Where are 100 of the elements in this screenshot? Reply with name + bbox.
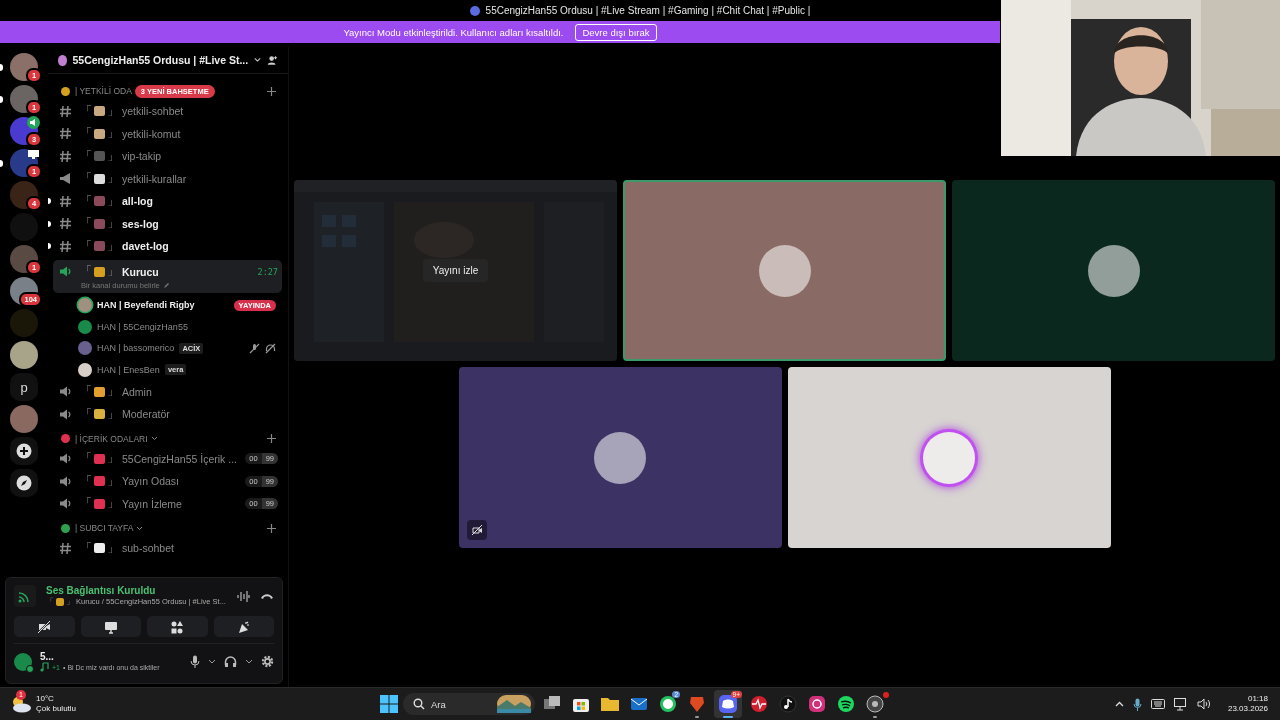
add-person-icon[interactable] <box>267 53 278 67</box>
taskbar-app[interactable] <box>863 690 887 718</box>
bracket: 」 <box>107 539 119 557</box>
headphones-icon[interactable] <box>224 655 237 668</box>
voice-user-name[interactable]: HAN | bassomerico <box>97 343 175 354</box>
windows-icon[interactable] <box>380 695 398 713</box>
screen-share-button[interactable] <box>80 616 141 637</box>
pencil-icon[interactable] <box>162 281 170 289</box>
hang-up-icon[interactable] <box>260 592 274 600</box>
bracket: 「 <box>80 237 92 255</box>
volume-icon[interactable] <box>1196 698 1211 710</box>
clock-time[interactable]: 01:18 <box>1247 693 1268 704</box>
channel-item[interactable]: 「 」 Moderatör <box>53 403 282 426</box>
channel-name: Admin <box>122 385 152 398</box>
bracket: 「 <box>80 383 92 401</box>
record-icon <box>865 694 885 714</box>
plus-icon[interactable] <box>267 523 276 533</box>
participant-tile[interactable] <box>458 367 782 548</box>
bracket: 「 <box>80 405 92 423</box>
online-dot <box>26 664 34 673</box>
category-header[interactable]: | İÇERİK ODALARI <box>75 433 148 444</box>
sound-wave-icon[interactable] <box>237 589 250 603</box>
clock-date[interactable]: 23.03.2026 <box>1227 704 1268 715</box>
network-icon[interactable] <box>1173 697 1188 711</box>
plus-icon[interactable] <box>267 434 276 443</box>
voice-user-name[interactable]: HAN | Beyefendi Rigby <box>97 300 195 311</box>
settings-icon[interactable] <box>261 655 274 668</box>
server-icon <box>58 54 67 66</box>
participant-tile[interactable] <box>623 180 946 361</box>
server-button[interactable]: p <box>10 373 38 401</box>
camera-off-button[interactable] <box>14 616 75 637</box>
participant-tile[interactable] <box>952 180 1275 361</box>
plus-icon <box>16 443 32 459</box>
soundboard-button[interactable] <box>213 616 274 637</box>
speaker-icon <box>59 452 72 466</box>
channel-item[interactable]: 「 」 yetkili-sohbet <box>53 100 282 123</box>
bracket: 」 <box>107 192 119 210</box>
bracket: 」 <box>107 263 119 280</box>
server-name[interactable]: 55CengizHan55 Ordusu | #Live St... <box>72 54 249 66</box>
channel-name: ses-log <box>122 217 159 230</box>
bracket: 「 <box>80 495 92 513</box>
compass-icon <box>16 475 32 491</box>
chevron-down-icon[interactable] <box>245 659 253 664</box>
voice-user-name[interactable]: HAN | EnesBen <box>97 364 160 375</box>
category-header[interactable]: | SUBCI TAYFA <box>75 523 134 533</box>
activities-button[interactable] <box>147 616 208 637</box>
channel-item[interactable]: 「 」 vip-takip <box>53 145 282 168</box>
category-header[interactable]: | YETKİLİ ODA <box>75 86 132 96</box>
watch-stream-button[interactable]: Yayını izle <box>422 259 489 282</box>
participant-tile[interactable] <box>787 367 1111 548</box>
disable-button[interactable]: Devre dışı bırak <box>575 23 657 41</box>
bracket: 「 <box>80 472 92 490</box>
notice-text: Yayıncı Modu etkinleştirildi. Kullanıcı adları kısaltıldı. <box>343 26 564 38</box>
running-indicator <box>695 716 699 718</box>
channel-name: all-log <box>122 195 153 208</box>
bracket: 」 <box>107 495 119 513</box>
speaker-icon <box>59 265 72 278</box>
shield-icon <box>687 694 707 714</box>
hash-icon <box>59 239 72 253</box>
voice-user-name[interactable]: HAN | 55CengizHan55 <box>97 321 188 332</box>
chat-bubble-icon <box>658 694 678 714</box>
chevron-down-icon[interactable] <box>208 659 216 664</box>
microphone-icon[interactable] <box>190 655 200 668</box>
bracket: 「 <box>80 450 92 468</box>
music-note-icon <box>40 662 49 672</box>
speaker-icon <box>27 116 40 129</box>
channel-item[interactable]: 「 」 Admin <box>53 380 282 403</box>
bracket: 」 <box>107 147 119 165</box>
channel-item[interactable]: 「 」 sub-sohbet <box>53 537 282 560</box>
bracket: 」 <box>107 102 119 120</box>
party-popper-icon <box>236 619 251 634</box>
chevron-down-icon <box>136 525 144 531</box>
discover-button[interactable] <box>10 469 38 497</box>
bracket: 「 <box>46 596 54 607</box>
server-button[interactable] <box>10 341 38 369</box>
channel-item[interactable]: 「 」 all-log <box>53 190 282 213</box>
channel-item[interactable]: 「 」 ses-log <box>53 212 282 235</box>
stream-tile[interactable]: Yayını izle <box>294 180 617 361</box>
temperature: 10°C <box>36 694 55 704</box>
bracket: 」 <box>107 170 119 188</box>
hash-icon <box>59 194 72 208</box>
hash-icon <box>59 127 72 141</box>
signal-icon <box>14 585 36 607</box>
microphone-icon[interactable] <box>1132 697 1142 711</box>
camera-off-icon <box>37 619 52 634</box>
chevron-down-icon <box>150 436 158 441</box>
controller-icon <box>718 694 738 714</box>
chevron-up-icon[interactable] <box>1114 701 1124 707</box>
bracket: 」 <box>107 237 119 255</box>
plus-icon[interactable] <box>267 86 276 96</box>
channel-item[interactable]: 「 」 yetkili-komut <box>53 122 282 145</box>
server-icon <box>469 5 480 16</box>
keyboard-icon[interactable] <box>1150 699 1165 709</box>
channel-item[interactable]: 「 」 yetkili-kurallar <box>53 167 282 190</box>
bracket: 「 <box>80 125 92 143</box>
channel-item[interactable]: 「 」 davet-log <box>53 235 282 258</box>
window-title: 55CengizHan55 Ordusu | #Live Stream | #Gaming | #Chit Chat | #Public | <box>485 5 811 16</box>
monitor-icon <box>27 148 40 161</box>
add-server-button[interactable] <box>10 437 38 465</box>
bracket: 」 <box>107 215 119 233</box>
